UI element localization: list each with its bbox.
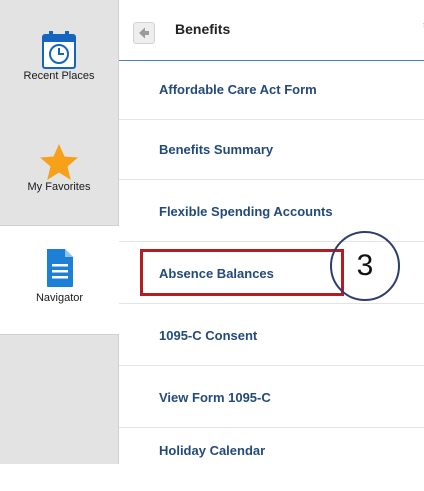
menu-item-label: Holiday Calendar — [159, 443, 266, 458]
back-button[interactable] — [133, 22, 155, 44]
sidebar-item-navigator[interactable]: Navigator — [0, 225, 119, 335]
menu-item-holiday-calendar[interactable]: Holiday Calendar — [119, 431, 424, 464]
menu-item-label: View Form 1095-C — [159, 390, 271, 405]
sidebar-item-label: My Favorites — [27, 181, 91, 193]
sidebar: Recent Places My Favorites Navigator — [0, 0, 119, 464]
menu-item-benefits-summary[interactable]: Benefits Summary — [119, 121, 424, 180]
calendar-clock-icon — [42, 31, 76, 69]
page-title: Benefits — [175, 21, 231, 37]
menu-item-affordable-care-act-form[interactable]: Affordable Care Act Form — [119, 60, 424, 120]
document-icon — [46, 249, 73, 287]
sidebar-item-recent-places[interactable]: Recent Places — [0, 30, 118, 82]
menu-item-label: Affordable Care Act Form — [159, 82, 317, 97]
panel-header: Benefits ⤒ — [119, 0, 424, 61]
navigator-panel: Benefits ⤒ Affordable Care Act Form Bene… — [119, 0, 424, 464]
sidebar-item-my-favorites[interactable]: My Favorites — [0, 143, 118, 193]
star-icon — [40, 144, 78, 180]
back-arrow-icon — [139, 27, 149, 39]
menu-item-1095-c-consent[interactable]: 1095-C Consent — [119, 307, 424, 366]
step-number-callout: 3 — [330, 231, 400, 301]
menu-item-view-form-1095-c[interactable]: View Form 1095-C — [119, 369, 424, 428]
menu-item-label: Flexible Spending Accounts — [159, 204, 333, 219]
highlight-box — [140, 249, 344, 296]
menu-item-label: 1095-C Consent — [159, 328, 258, 343]
menu-item-label: Benefits Summary — [159, 142, 274, 157]
sidebar-item-label: Navigator — [35, 292, 84, 304]
sidebar-item-label: Recent Places — [23, 70, 95, 82]
